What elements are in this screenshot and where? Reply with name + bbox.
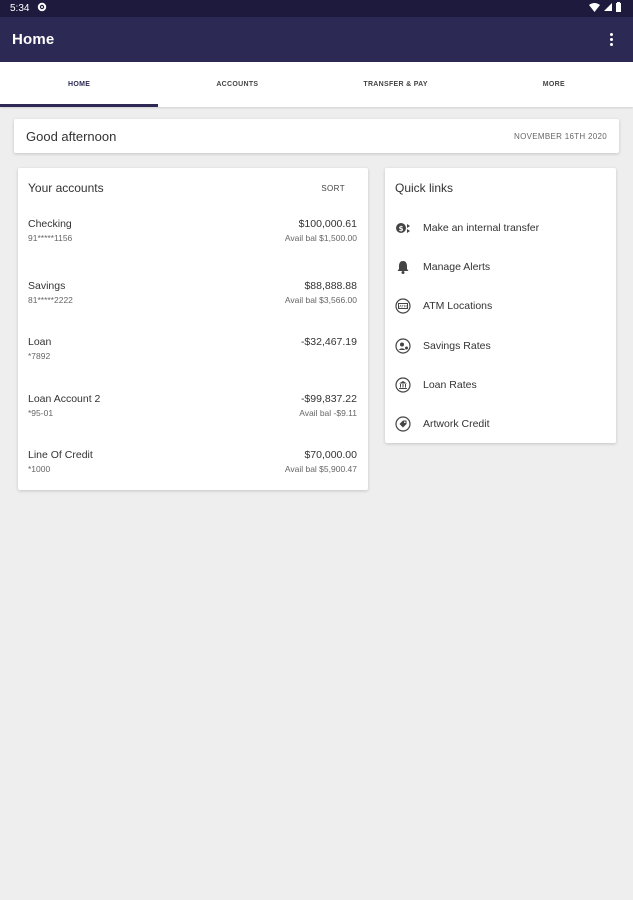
page-title: Home xyxy=(12,31,55,48)
account-row-savings[interactable]: Savings 81*****2222 $88,888.88 Avail bal… xyxy=(28,265,357,322)
account-name: Loan Account 2 xyxy=(28,392,101,405)
atm-icon: ATM xyxy=(395,298,411,314)
transfer-icon: $ xyxy=(395,220,411,236)
account-available-balance: Avail bal -$9.11 xyxy=(299,407,357,418)
tab-transfer-pay[interactable]: TRANSFER & PAY xyxy=(317,62,475,107)
greeting-text: Good afternoon xyxy=(26,128,117,144)
greeting-date: NOVEMBER 16TH 2020 xyxy=(514,131,607,141)
overflow-menu-icon[interactable] xyxy=(603,30,619,50)
quick-link-savings-rates[interactable]: Savings Rates xyxy=(395,326,606,365)
quick-link-label: Manage Alerts xyxy=(423,260,491,273)
account-balance: -$32,467.19 xyxy=(300,336,357,349)
account-row-checking[interactable]: Checking 91*****1156 $100,000.61 Avail b… xyxy=(28,208,357,265)
accounts-title: Your accounts xyxy=(28,181,104,195)
quick-link-artwork-credit[interactable]: Artwork Credit xyxy=(395,404,606,443)
quick-link-label: Artwork Credit xyxy=(423,418,490,431)
quick-link-label: ATM Locations xyxy=(423,300,493,313)
account-number: 81*****2222 xyxy=(28,294,73,305)
account-row-loan[interactable]: Loan *7892 -$32,467.19 xyxy=(28,321,357,378)
quick-link-manage-alerts[interactable]: Manage Alerts xyxy=(395,247,606,286)
signal-icon xyxy=(604,3,612,14)
account-number: *95-01 xyxy=(28,407,54,418)
account-name: Line Of Credit xyxy=(28,449,93,462)
account-name: Checking xyxy=(28,218,72,230)
quick-links-list: $ Make an internal transfer Manage Alert… xyxy=(395,208,606,444)
tag-icon xyxy=(395,416,411,432)
app-bar: Home xyxy=(0,17,633,62)
accounts-card: Your accounts SORT Checking 91*****1156 … xyxy=(18,168,368,490)
tab-accounts[interactable]: ACCOUNTS xyxy=(158,62,316,107)
account-balance: $100,000.61 xyxy=(298,218,357,230)
wifi-icon xyxy=(589,2,600,15)
account-name: Loan xyxy=(28,336,52,349)
battery-icon xyxy=(616,2,621,15)
bank-icon xyxy=(395,377,411,393)
quick-link-internal-transfer[interactable]: $ Make an internal transfer xyxy=(395,208,606,247)
tab-accounts-label: ACCOUNTS xyxy=(216,81,259,88)
quick-link-label: Make an internal transfer xyxy=(423,221,540,234)
tab-home[interactable]: HOME xyxy=(0,62,159,107)
account-balance: $70,000.00 xyxy=(304,449,357,462)
account-number: *7892 xyxy=(28,351,51,362)
settings-gear-icon xyxy=(37,2,47,15)
tab-more[interactable]: MORE xyxy=(475,62,633,107)
account-row-loan-account-2[interactable]: Loan Account 2 *95-01 -$99,837.22 Avail … xyxy=(28,378,357,435)
account-balance: -$99,837.22 xyxy=(300,392,357,405)
tab-transfer-pay-label: TRANSFER & PAY xyxy=(363,81,428,88)
tab-bar: HOME ACCOUNTS TRANSFER & PAY MORE xyxy=(0,62,633,107)
quick-links-header: Quick links xyxy=(395,168,606,208)
quick-links-title: Quick links xyxy=(395,181,454,195)
quick-link-label: Loan Rates xyxy=(423,378,477,391)
tab-home-label: HOME xyxy=(68,81,91,88)
quick-link-label: Savings Rates xyxy=(423,339,491,352)
account-number: 91*****1156 xyxy=(28,233,73,243)
status-time: 5:34 xyxy=(10,3,30,14)
status-bar: 5:34 xyxy=(0,0,633,17)
greeting-card: Good afternoon NOVEMBER 16TH 2020 xyxy=(14,119,619,153)
savings-icon xyxy=(395,337,411,354)
account-balance: $88,888.88 xyxy=(304,279,357,292)
svg-text:ATM: ATM xyxy=(399,305,406,309)
accounts-header: Your accounts SORT xyxy=(28,168,357,208)
account-number: *1000 xyxy=(28,464,51,475)
account-available-balance: Avail bal $3,566.00 xyxy=(284,294,357,305)
account-row-line-of-credit[interactable]: Line Of Credit *1000 $70,000.00 Avail ba… xyxy=(28,434,357,491)
bell-icon xyxy=(395,259,411,275)
quick-link-atm-locations[interactable]: ATM ATM Locations xyxy=(395,287,606,326)
account-name: Savings xyxy=(28,279,66,292)
account-available-balance: Avail bal $5,900.47 xyxy=(284,464,357,475)
account-available-balance: Avail bal $1,500.00 xyxy=(284,233,357,243)
sort-button[interactable]: SORT xyxy=(321,184,357,193)
tab-more-label: MORE xyxy=(542,81,565,88)
quick-link-loan-rates[interactable]: Loan Rates xyxy=(395,365,606,404)
svg-text:$: $ xyxy=(399,225,404,233)
quick-links-card: Quick links $ Make an internal transfer … xyxy=(385,168,616,443)
